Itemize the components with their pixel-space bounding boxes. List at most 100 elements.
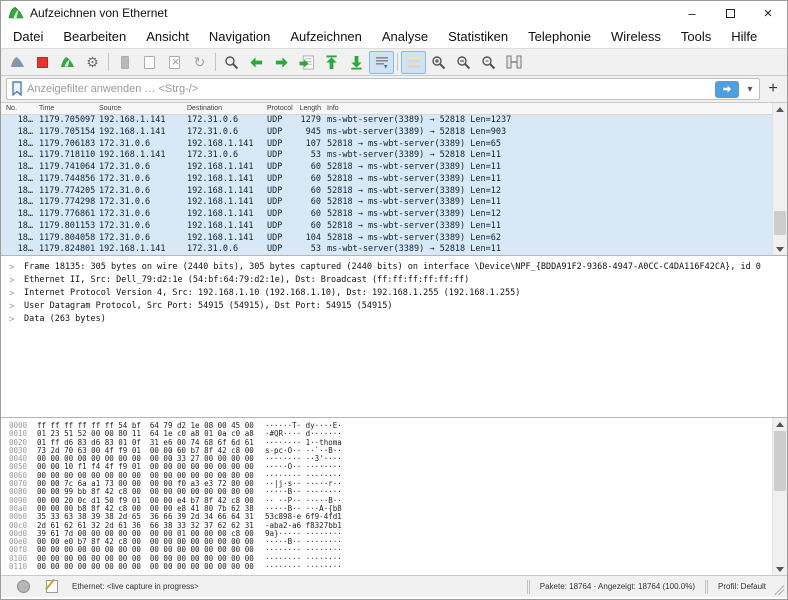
detail-text: Internet Protocol Version 4, Src: 192.16… <box>24 288 520 298</box>
open-file-button[interactable] <box>112 51 137 74</box>
expand-chevron-icon[interactable]: > <box>9 288 19 298</box>
packet-row[interactable]: 18… 1179.776861 172.31.0.6 192.168.1.141… <box>1 209 772 221</box>
maximize-icon <box>726 9 735 18</box>
packet-row[interactable]: 18… 1179.705154 192.168.1.141 172.31.0.6… <box>1 127 772 139</box>
hex-line[interactable]: 0110 00 00 00 00 00 00 00 00 00 00 00 00… <box>9 563 787 571</box>
minimize-button[interactable]: – <box>673 1 711 25</box>
detail-row[interactable]: > Frame 18135: 305 bytes on wire (2440 b… <box>1 260 787 273</box>
column-header-info[interactable]: Info <box>323 103 787 114</box>
menu-item[interactable]: Navigation <box>199 25 280 48</box>
scroll-down-icon[interactable] <box>773 563 787 575</box>
detail-row[interactable]: > Data (263 bytes) <box>1 312 787 325</box>
main-toolbar: ⚙ ↻ <box>1 48 787 76</box>
go-to-packet-button[interactable] <box>294 51 319 74</box>
column-header-no[interactable]: No. <box>1 103 35 114</box>
display-filter-input[interactable] <box>27 83 711 95</box>
close-file-button[interactable] <box>162 51 187 74</box>
packet-list-scrollbar[interactable] <box>772 103 787 255</box>
resize-columns-button[interactable] <box>501 51 526 74</box>
colorize-button[interactable] <box>401 51 426 74</box>
zoom-out-icon <box>456 55 471 70</box>
column-header-length[interactable]: Length <box>295 103 323 114</box>
zoom-in-button[interactable] <box>426 51 451 74</box>
apply-arrow-icon <box>721 84 733 94</box>
scroll-up-icon[interactable] <box>773 418 787 430</box>
column-header-time[interactable]: Time <box>35 103 97 114</box>
profile-text[interactable]: Profil: Default <box>714 582 774 591</box>
detail-text: Data (263 bytes) <box>24 314 106 324</box>
go-previous-button[interactable] <box>244 51 269 74</box>
packet-row[interactable]: 18… 1179.741064 172.31.0.6 192.168.1.141… <box>1 162 772 174</box>
display-filter-field: ▾ <box>6 78 760 100</box>
auto-scroll-button[interactable] <box>369 51 394 74</box>
title-bar: Aufzeichnen von Ethernet – × <box>1 1 787 25</box>
menu-item[interactable]: Bearbeiten <box>53 25 136 48</box>
capture-comment-icon[interactable] <box>46 580 58 593</box>
scrollbar-thumb[interactable] <box>774 211 786 235</box>
scroll-down-icon[interactable] <box>773 243 787 255</box>
detail-row[interactable]: > Internet Protocol Version 4, Src: 192.… <box>1 286 787 299</box>
menu-item[interactable]: Datei <box>3 25 53 48</box>
menu-item[interactable]: Aufzeichnen <box>280 25 372 48</box>
packet-row[interactable]: 18… 1179.705097 192.168.1.141 172.31.0.6… <box>1 115 772 127</box>
packet-row[interactable]: 18… 1179.744856 172.31.0.6 192.168.1.141… <box>1 174 772 186</box>
go-next-button[interactable] <box>269 51 294 74</box>
reload-button[interactable]: ↻ <box>187 51 212 74</box>
zoom-original-button[interactable] <box>476 51 501 74</box>
zoom-out-button[interactable] <box>451 51 476 74</box>
packet-row[interactable]: 18… 1179.774298 172.31.0.6 192.168.1.141… <box>1 197 772 209</box>
expand-chevron-icon[interactable]: > <box>9 262 19 272</box>
hex-scrollbar[interactable] <box>772 418 787 575</box>
find-packet-button[interactable] <box>219 51 244 74</box>
go-last-button[interactable] <box>344 51 369 74</box>
menu-item[interactable]: Tools <box>671 25 721 48</box>
packet-row[interactable]: 18… 1179.718110 192.168.1.141 172.31.0.6… <box>1 150 772 162</box>
expand-chevron-icon[interactable]: > <box>9 301 19 311</box>
arrow-left-icon <box>249 55 264 70</box>
toolbar-separator <box>397 53 398 71</box>
go-first-button[interactable] <box>319 51 344 74</box>
wireshark-logo-icon <box>8 6 24 20</box>
add-filter-button[interactable]: + <box>764 78 782 100</box>
go-to-packet-icon <box>299 55 315 70</box>
detail-text: Frame 18135: 305 bytes on wire (2440 bit… <box>24 262 761 272</box>
scrollbar-thumb[interactable] <box>774 431 786 491</box>
detail-text: User Datagram Protocol, Src Port: 54915 … <box>24 301 392 311</box>
menu-item[interactable]: Statistiken <box>438 25 518 48</box>
close-button[interactable]: × <box>749 1 787 25</box>
expert-info-icon[interactable] <box>17 580 30 593</box>
bookmark-icon[interactable] <box>11 81 23 97</box>
resize-grip[interactable] <box>774 585 784 595</box>
filter-dropdown-button[interactable]: ▾ <box>743 81 757 98</box>
packet-row[interactable]: 18… 1179.804058 172.31.0.6 192.168.1.141… <box>1 233 772 245</box>
menu-item[interactable]: Analyse <box>372 25 438 48</box>
apply-filter-button[interactable] <box>715 81 739 98</box>
detail-row[interactable]: > Ethernet II, Src: Dell_79:d2:1e (54:bf… <box>1 273 787 286</box>
packet-list-pane: No. Time Source Destination Protocol Len… <box>1 103 787 256</box>
column-header-protocol[interactable]: Protocol <box>265 103 295 114</box>
packet-row[interactable]: 18… 1179.774205 172.31.0.6 192.168.1.141… <box>1 186 772 198</box>
menu-item[interactable]: Telephonie <box>518 25 601 48</box>
capture-options-button[interactable]: ⚙ <box>80 51 105 74</box>
column-header-destination[interactable]: Destination <box>185 103 265 114</box>
maximize-button[interactable] <box>711 1 749 25</box>
status-separator <box>705 580 708 594</box>
column-header-source[interactable]: Source <box>97 103 185 114</box>
start-capture-button[interactable] <box>5 51 30 74</box>
hex-dump-lines: 0000 ff ff ff ff ff ff 54 bf 64 79 d2 1e… <box>1 418 787 571</box>
arrow-right-icon <box>274 55 289 70</box>
menu-item[interactable]: Ansicht <box>136 25 199 48</box>
scroll-up-icon[interactable] <box>773 103 787 115</box>
stop-capture-button[interactable] <box>30 51 55 74</box>
expand-chevron-icon[interactable]: > <box>9 314 19 324</box>
save-file-button[interactable] <box>137 51 162 74</box>
packet-counts-text: Pakete: 18764 · Angezeigt: 18764 (100.0%… <box>536 582 699 591</box>
menu-item[interactable]: Wireless <box>601 25 671 48</box>
packet-row[interactable]: 18… 1179.706183 172.31.0.6 192.168.1.141… <box>1 139 772 151</box>
detail-row[interactable]: > User Datagram Protocol, Src Port: 5491… <box>1 299 787 312</box>
restart-capture-button[interactable] <box>55 51 80 74</box>
expand-chevron-icon[interactable]: > <box>9 275 19 285</box>
packet-row[interactable]: 18… 1179.801153 172.31.0.6 192.168.1.141… <box>1 221 772 233</box>
packet-row[interactable]: 18… 1179.824801 192.168.1.141 172.31.0.6… <box>1 244 772 256</box>
menu-item[interactable]: Hilfe <box>721 25 767 48</box>
